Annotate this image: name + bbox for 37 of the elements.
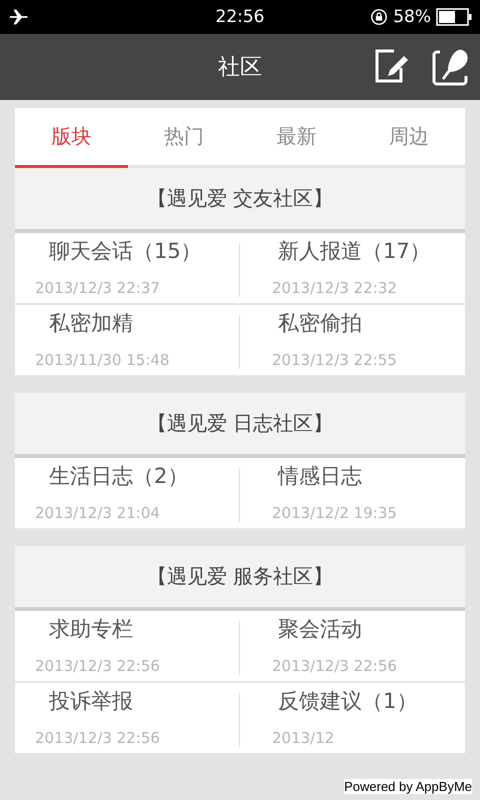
board-item[interactable]: 聊天会话（15） 2013/12/3 22:37 — [15, 233, 240, 305]
board-time: 2013/12/3 22:56 — [272, 657, 398, 675]
board-name: 求助专栏 — [49, 616, 134, 643]
board-name: 聊天会话（15） — [49, 238, 203, 265]
edit-icon[interactable] — [374, 48, 410, 84]
powered-by-label: Powered by AppByMe — [344, 779, 472, 794]
board-item[interactable]: 求助专栏 2013/12/3 22:56 — [15, 611, 240, 683]
board-name: 私密加精 — [49, 310, 134, 337]
board-name: 反馈建议（1） — [278, 688, 418, 715]
board-time: 2013/12/3 22:37 — [35, 279, 161, 297]
board-name: 情感日志 — [278, 463, 363, 490]
board-time: 2013/12/3 22:32 — [272, 279, 398, 297]
section-header: 【遇见爱 日志社区】 — [15, 393, 465, 458]
section-header: 【遇见爱 交友社区】 — [15, 168, 465, 233]
board-time: 2013/11/30 15:48 — [35, 351, 170, 369]
board-name: 聚会活动 — [278, 616, 363, 643]
battery-icon — [436, 8, 472, 26]
board-time: 2013/12/3 22:55 — [272, 351, 398, 369]
board-name: 私密偷拍 — [278, 310, 363, 337]
board-time: 2013/12/3 22:56 — [35, 729, 161, 747]
board-time: 2013/12/3 22:56 — [35, 657, 161, 675]
board-name: 生活日志（2） — [49, 463, 190, 490]
board-item[interactable]: 聚会活动 2013/12/3 22:56 — [240, 611, 465, 683]
battery-percent: 58% — [393, 7, 431, 27]
status-time: 22:56 — [216, 7, 264, 27]
board-name: 投诉举报 — [49, 688, 134, 715]
rotation-lock-icon — [370, 8, 388, 26]
board-time: 2013/12 — [272, 729, 336, 747]
board-time: 2013/12/3 21:04 — [35, 504, 161, 522]
board-time: 2013/12/2 19:35 — [272, 504, 398, 522]
section-header: 【遇见爱 服务社区】 — [15, 546, 465, 611]
board-item[interactable]: 反馈建议（1） 2013/12 — [240, 683, 465, 755]
board-item[interactable]: 新人报道（17） 2013/12/3 22:32 — [240, 233, 465, 305]
feather-icon[interactable] — [432, 48, 470, 86]
board-name: 新人报道（17） — [278, 238, 432, 265]
board-item[interactable]: 投诉举报 2013/12/3 22:56 — [15, 683, 240, 755]
page-title: 社区 — [218, 54, 262, 82]
